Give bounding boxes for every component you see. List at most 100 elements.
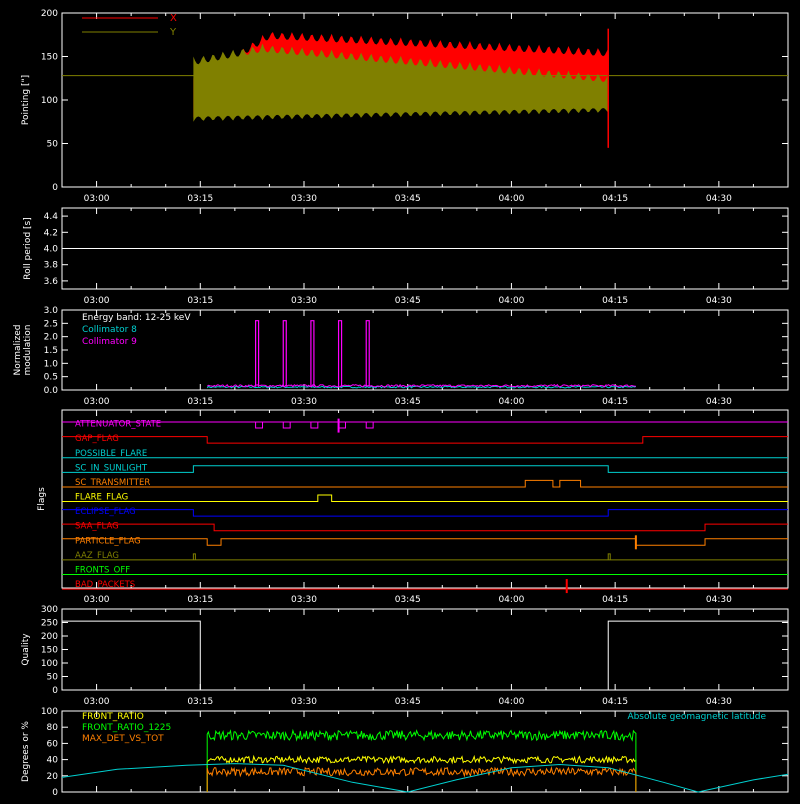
roll-ytick-label: 4.0 xyxy=(44,245,59,255)
flag-row-attenuator-state-pulses xyxy=(255,422,374,429)
quality-ytick-label: 150 xyxy=(41,646,58,656)
flags-xtick-label: 03:30 xyxy=(291,595,317,605)
modulation-ytick-label: 3.0 xyxy=(44,306,59,316)
roll-ytick-label: 4.4 xyxy=(44,212,59,222)
flag-row-sc-in-sunlight-line xyxy=(62,465,788,473)
roll-ytick-label: 4.2 xyxy=(44,228,58,238)
ratio-legend-max-det-vs-tot: MAX_DET_VS_TOT xyxy=(82,734,164,744)
quality-xtick-label: 03:15 xyxy=(187,697,213,707)
pointing-ytick-label: 150 xyxy=(41,53,58,63)
modulation-ytick-label: 0.5 xyxy=(44,373,58,383)
pointing-xtick-label: 03:15 xyxy=(187,194,213,204)
ratios-ytick-label: 40 xyxy=(47,756,59,766)
modulation-legend-title: Energy band: 12-25 keV xyxy=(82,313,191,323)
modulation-xtick-label: 03:15 xyxy=(187,397,213,407)
quality-xtick-label: 04:15 xyxy=(602,697,628,707)
quality-ytick-label: 0 xyxy=(52,686,58,696)
flag-row-eclipse-flag-label: ECLIPSE_FLAG xyxy=(75,507,136,517)
ratio-line-front-ratio-1225 xyxy=(206,728,637,793)
chart-svg: 03:00 03:15 03:30 03:45 04:00 04:15 04:30 0 50 10… xyxy=(13,9,789,798)
flags-xtick-label: 04:00 xyxy=(498,595,524,605)
quality-xtick-label: 04:30 xyxy=(706,697,732,707)
quality-xtick-label: 03:30 xyxy=(291,697,317,707)
ratios-ylabel: Degrees or % xyxy=(21,721,31,782)
pointing-xtick-label: 03:45 xyxy=(395,194,421,204)
collimator-9-spike xyxy=(255,320,260,387)
flags-xtick-label: 04:15 xyxy=(602,595,628,605)
pointing-xtick-label: 04:00 xyxy=(498,194,524,204)
modulation-xtick-label: 04:30 xyxy=(706,397,732,407)
modulation-xtick-label: 03:45 xyxy=(395,397,421,407)
roll-xtick-label: 04:00 xyxy=(498,296,524,306)
flag-row-eclipse-flag-line xyxy=(62,509,788,517)
flag-row-flare-flag-line xyxy=(62,494,788,503)
modulation-ytick-label: 1.0 xyxy=(44,359,59,369)
roll-xtick-label: 04:15 xyxy=(602,296,628,306)
pointing-ytick-label: 0 xyxy=(52,183,58,193)
flags-xtick-label: 03:00 xyxy=(84,595,110,605)
modulation-ytick-label: 0.0 xyxy=(44,386,59,396)
collimator-9-spike xyxy=(365,320,370,387)
roll-xtick-label: 03:00 xyxy=(84,296,110,306)
ratio-legend-front-ratio-1225: FRONT_RATIO_1225 xyxy=(82,723,171,733)
modulation-xtick-label: 04:15 xyxy=(602,397,628,407)
chart-stage: 03:00 03:15 03:30 03:45 04:00 04:15 04:30 0 50 10… xyxy=(0,0,800,800)
flag-row-gap-flag-label: GAP_FLAG xyxy=(75,434,119,444)
ratios-ytick-label: 60 xyxy=(47,739,59,749)
flag-row-sc-transmitter-line xyxy=(62,479,788,488)
roll-xtick-label: 03:15 xyxy=(187,296,213,306)
ratio-legend-front-ratio: FRONT_RATIO xyxy=(82,712,144,722)
legend-collimator-9: Collimator 9 xyxy=(82,337,137,347)
legend-label-y: Y xyxy=(169,27,177,38)
ratios-ytick-label: 20 xyxy=(47,772,59,782)
modulation-xtick-label: 04:00 xyxy=(498,397,524,407)
quality-ytick-label: 250 xyxy=(41,619,58,629)
flag-row-saa-flag-line xyxy=(62,523,788,532)
pointing-ytick-label: 200 xyxy=(41,9,58,19)
pointing-xtick-label: 04:30 xyxy=(706,194,732,204)
flags-ylabel: Flags xyxy=(37,487,47,511)
quality-ytick-label: 200 xyxy=(41,632,58,642)
collimator-9-spike xyxy=(310,320,315,387)
roll-xtick-label: 04:30 xyxy=(706,296,732,306)
quality-ytick-label: 300 xyxy=(41,605,58,615)
pointing-xtick-label: 03:00 xyxy=(84,194,110,204)
flags-xtick-label: 03:45 xyxy=(395,595,421,605)
collimator-9-spike xyxy=(337,320,343,387)
collimator-9-spike xyxy=(282,320,287,387)
flags-xtick-label: 04:30 xyxy=(706,595,732,605)
quality-xtick-label: 03:00 xyxy=(84,697,110,707)
geomagnetic-latitude-label: Absolute geomagnetic latitude xyxy=(627,712,766,722)
roll-xtick-label: 03:45 xyxy=(395,296,421,306)
modulation-ytick-label: 2.0 xyxy=(44,333,59,343)
pointing-ylabel: Pointing ["] xyxy=(21,75,31,125)
ratios-ytick-label: 100 xyxy=(41,707,58,717)
roll-ylabel: Roll period [s] xyxy=(23,217,33,279)
quality-xtick-label: 03:45 xyxy=(395,697,421,707)
geomagnetic-latitude-line xyxy=(61,763,789,793)
modulation-ylabel-1: Normalized xyxy=(13,324,23,375)
roll-ytick-label: 3.6 xyxy=(44,277,59,287)
pointing-ytick-label: 50 xyxy=(47,140,59,150)
flag-row-particle-flag-line xyxy=(62,538,788,546)
flag-row-gap-flag-line xyxy=(62,436,788,444)
quality-xtick-label: 04:00 xyxy=(498,697,524,707)
quality-ylabel: Quality xyxy=(21,633,31,666)
roll-ytick-label: 3.8 xyxy=(44,261,59,271)
legend-label-x: X xyxy=(170,13,177,24)
flag-row-particle-flag-label: PARTICLE_FLAG xyxy=(75,536,141,546)
quality-ytick-label: 50 xyxy=(47,673,59,683)
flag-row-attenuator-state-label: ATTENUATOR_STATE xyxy=(75,420,161,430)
flag-row-aaz-flag-pulses xyxy=(192,553,611,560)
legend-collimator-8: Collimator 8 xyxy=(82,325,137,335)
flag-row-saa-flag-label: SAA_FLAG xyxy=(75,522,119,532)
modulation-xtick-label: 03:00 xyxy=(84,397,110,407)
ratios-ytick-label: 80 xyxy=(47,723,59,733)
pointing-xtick-label: 03:30 xyxy=(291,194,317,204)
quality-line xyxy=(62,620,788,691)
flags-xtick-label: 03:15 xyxy=(187,595,213,605)
modulation-ylabel-2: modulation xyxy=(23,325,33,376)
pointing-ytick-label: 100 xyxy=(41,96,58,106)
modulation-ytick-label: 2.5 xyxy=(44,319,58,329)
modulation-xtick-label: 03:30 xyxy=(291,397,317,407)
